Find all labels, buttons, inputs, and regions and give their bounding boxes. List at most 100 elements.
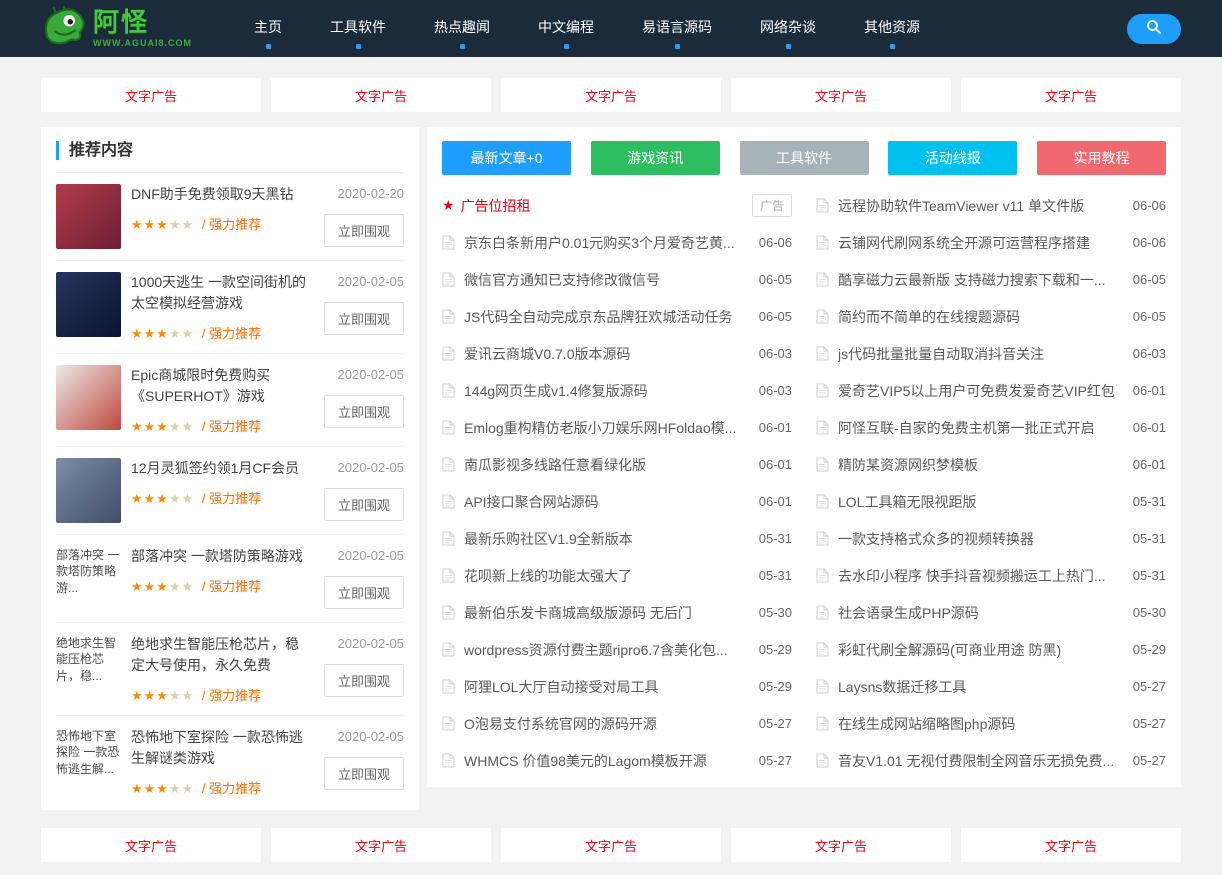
article-column-right: 远程协助软件TeamViewer v11 单文件版 06-06 云铺网代刷网系统… [816,187,1166,779]
article-link[interactable]: 微信官方通知已支持修改微信号 [464,270,749,290]
nav-item[interactable]: 工具软件 [330,8,386,49]
nav-item[interactable]: 中文编程 [538,8,594,49]
text-ad-link[interactable]: 文字广告 [271,828,491,862]
view-now-button[interactable]: 立即围观 [324,395,404,428]
article-link[interactable]: 南瓜影视多线路任意看绿化版 [464,455,749,475]
article-link[interactable]: Laysns数据迁移工具 [838,677,1123,697]
category-tab[interactable]: 工具软件 [740,141,869,175]
article-link[interactable]: 爱讯云商城V0.7.0版本源码 [464,344,749,364]
recommended-item-title[interactable]: 绝地求生智能压枪芯片，稳定大号使用，永久免费 [131,634,308,676]
text-ad-link[interactable]: 文字广告 [41,78,261,112]
article-link[interactable]: 云铺网代刷网系统全开源可运营程序搭建 [838,233,1123,253]
text-ad-link[interactable]: 文字广告 [731,78,951,112]
rating-label: / 强力推荐 [202,781,261,796]
nav-item[interactable]: 热点趣闻 [434,8,490,49]
nav-item[interactable]: 易语言源码 [642,8,712,49]
document-icon [442,309,455,324]
article-row: 阿狸LOL大厅自动接受对局工具 05-29 [442,668,792,705]
article-link[interactable]: 最新伯乐发卡商城高级版源码 无后门 [464,603,749,623]
article-link[interactable]: 在线生成网站缩略图php源码 [838,714,1123,734]
article-link[interactable]: 社会语录生成PHP源码 [838,603,1123,623]
article-link[interactable]: 彩虹代刷全解源码(可商业用途 防黑) [838,640,1123,660]
text-ad-link[interactable]: 文字广告 [731,828,951,862]
text-ad-link[interactable]: 文字广告 [501,78,721,112]
article-link[interactable]: API接口聚合网站源码 [464,492,749,512]
article-date: 05-31 [1133,568,1166,583]
recommended-item-title[interactable]: Epic商城限时免费购买《SUPERHOT》游戏 [131,365,308,407]
article-link[interactable]: 144g网页生成v1.4修复版源码 [464,381,749,401]
thumbnail[interactable]: 绝地求生智能压枪芯片，稳... [56,634,121,699]
category-tab[interactable]: 游戏资讯 [591,141,720,175]
thumbnail[interactable]: 部落冲突 一款塔防策略游... [56,546,121,611]
article-link[interactable]: 一款支持格式众多的视频转换器 [838,529,1123,549]
thumbnail[interactable] [56,458,121,523]
recommended-item-title[interactable]: 部落冲突 一款塔防策略游戏 [131,546,308,567]
document-icon [442,272,455,287]
item-date: 2020-02-05 [338,274,405,289]
article-row: 一款支持格式众多的视频转换器 05-31 [816,520,1166,557]
text-ad-link[interactable]: 文字广告 [961,78,1181,112]
nav-item[interactable]: 网络杂谈 [760,8,816,49]
article-link[interactable]: LOL工具箱无限视距版 [838,492,1123,512]
text-ad-link[interactable]: 文字广告 [961,828,1181,862]
article-link[interactable]: 最新乐购社区V1.9全新版本 [464,529,749,549]
article-link[interactable]: 音友V1.01 无视付费限制全网音乐无损免费... [838,751,1123,771]
recommended-item-title[interactable]: 12月灵狐签约领1月CF会员 [131,458,308,479]
recommended-item-meta: 2020-02-05 立即围观 [312,727,404,790]
text-ad-link[interactable]: 文字广告 [271,78,491,112]
view-now-button[interactable]: 立即围观 [324,214,404,247]
article-link[interactable]: wordpress资源付费主题ripro6.7含美化包... [464,640,749,660]
article-link[interactable]: 爱奇艺VIP5以上用户可免费发爱奇艺VIP红包 [838,381,1123,401]
thumbnail[interactable] [56,365,121,430]
view-now-button[interactable]: 立即围观 [324,664,404,697]
article-link[interactable]: 京东白条新用户0.01元购买3个月爱奇艺黄... [464,233,749,253]
category-tab[interactable]: 实用教程 [1037,141,1166,175]
thumbnail[interactable] [56,184,121,249]
article-link[interactable]: js代码批量批量自动取消抖音关注 [838,344,1123,364]
thumbnail[interactable] [56,272,121,337]
view-now-button[interactable]: 立即围观 [324,576,404,609]
search-button[interactable] [1127,14,1181,44]
site-logo[interactable]: 阿怪 WWW.AGUAI8.COM [41,6,192,51]
article-link[interactable]: 阿怪互联-自家的免费主机第一批正式开启 [838,418,1123,438]
article-link[interactable]: JS代码全自动完成京东品牌狂欢城活动任务 [464,307,749,327]
article-link[interactable]: WHMCS 价值98美元的Lagom模板开源 [464,751,749,771]
document-icon [442,716,455,731]
thumbnail[interactable]: 恐怖地下室探险 一款恐怖逃生解... [56,727,121,792]
article-date: 05-27 [759,753,792,768]
article-link[interactable]: 去水印小程序 快手抖音视频搬运工上热门... [838,566,1123,586]
nav-indicator-dot [266,44,271,49]
nav-indicator-dot [786,44,791,49]
text-ad-link[interactable]: 文字广告 [501,828,721,862]
view-now-button[interactable]: 立即围观 [324,302,404,335]
recommended-item-title[interactable]: 恐怖地下室探险 一款恐怖逃生解谜类游戏 [131,727,308,769]
article-date: 05-27 [759,716,792,731]
article-link[interactable]: 酷享磁力云最新版 支持磁力搜索下载和一... [838,270,1123,290]
article-row: 远程协助软件TeamViewer v11 单文件版 06-06 [816,187,1166,224]
document-icon [816,642,829,657]
recommended-item-meta: 2020-02-20 立即围观 [312,184,404,247]
nav-item[interactable]: 主页 [254,8,282,49]
article-link[interactable]: 简约而不简单的在线搜题源码 [838,307,1123,327]
recommended-item-title[interactable]: DNF助手免费领取9天黑钻 [131,184,308,205]
text-ad-link[interactable]: 文字广告 [41,828,261,862]
article-date: 05-27 [1133,679,1166,694]
article-link[interactable]: 远程协助软件TeamViewer v11 单文件版 [838,196,1123,216]
item-date: 2020-02-05 [338,636,405,651]
nav-item[interactable]: 其他资源 [864,8,920,49]
article-row: 144g网页生成v1.4修复版源码 06-03 [442,372,792,409]
article-link[interactable]: 花呗新上线的功能太强大了 [464,566,749,586]
article-link[interactable]: 阿狸LOL大厅自动接受对局工具 [464,677,749,697]
view-now-button[interactable]: 立即围观 [324,488,404,521]
article-date: 06-06 [759,235,792,250]
category-tab[interactable]: 活动线报 [888,141,1017,175]
ad-slot-link[interactable]: 广告位招租 [461,196,742,216]
article-link[interactable]: O泡易支付系统官网的源码开源 [464,714,749,734]
view-now-button[interactable]: 立即围观 [324,757,404,790]
article-row: 音友V1.01 无视付费限制全网音乐无损免费... 05-27 [816,742,1166,779]
article-link[interactable]: 精防某资源网织梦模板 [838,455,1123,475]
category-tab[interactable]: 最新文章+0 [442,141,571,175]
article-date: 05-27 [1133,753,1166,768]
article-link[interactable]: Emlog重构精仿老版小刀娱乐网HFoldao模... [464,418,749,438]
recommended-item-title[interactable]: 1000天逃生 一款空间街机的太空模拟经营游戏 [131,272,308,314]
